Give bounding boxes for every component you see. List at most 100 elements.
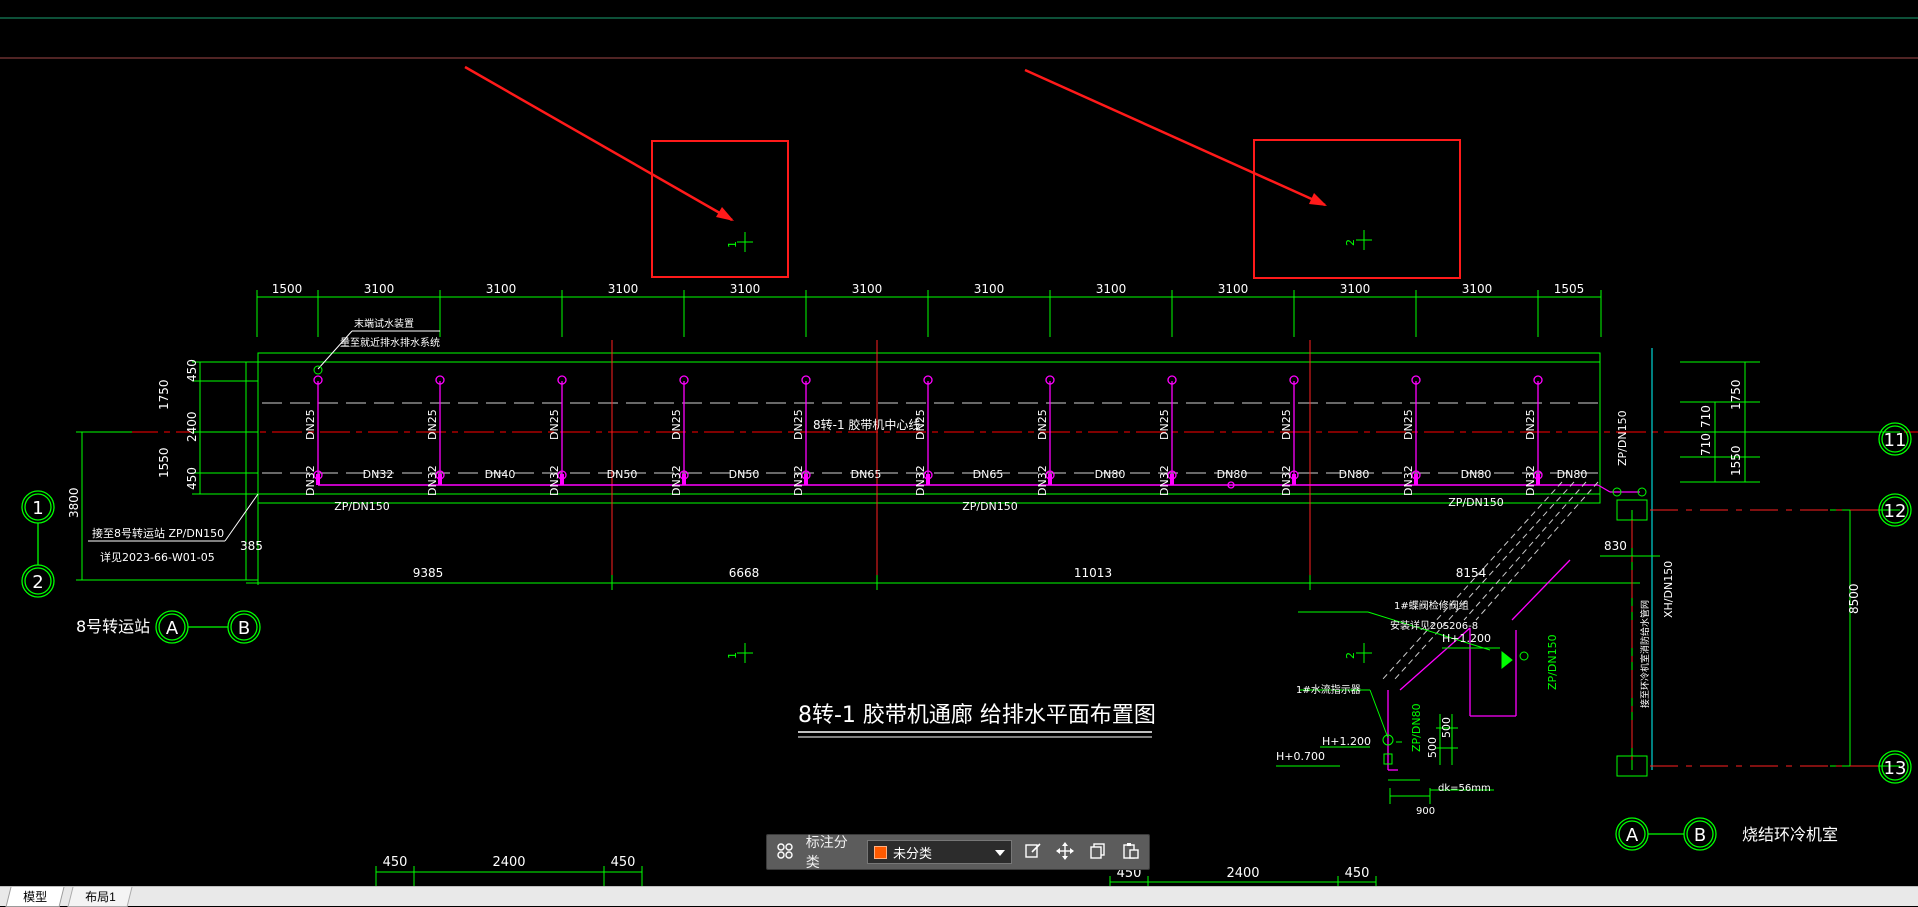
category-color-swatch [873,845,887,859]
svg-text:450: 450 [185,359,199,382]
edit-icon [1024,842,1042,863]
svg-text:DN25: DN25 [1280,409,1293,440]
svg-text:3100: 3100 [608,282,639,296]
svg-text:dk=56mm: dk=56mm [1438,783,1491,794]
category-grid-button[interactable] [773,839,798,865]
svg-text:B: B [238,618,250,639]
copy-button[interactable] [1086,839,1111,865]
svg-text:500: 500 [1440,717,1453,738]
cad-drawing-canvas[interactable]: 1 2 1 2 1500 3100 3100 3100 3100 3100 31… [0,0,1918,886]
svg-text:3100: 3100 [974,282,1005,296]
svg-text:450: 450 [1345,866,1370,881]
detail-elevation-texts: H+1.200 H+1.200 H+0.700 [1276,632,1491,763]
svg-text:385: 385 [240,539,263,553]
svg-text:450: 450 [611,855,636,870]
top-dimension-line [256,290,1602,337]
drawing-title: 8转-1 胶带机通廊 给排水平面布置图 [798,703,1156,728]
svg-text:2400: 2400 [492,855,525,870]
svg-text:1550: 1550 [1729,445,1743,476]
svg-text:2400: 2400 [1226,866,1259,881]
annotation-category-toolbar: 标注分类 未分类 [766,834,1150,870]
svg-text:DN32: DN32 [914,465,927,496]
dn25-labels: DN25 DN25 DN25 DN25 DN25 DN25 DN25 DN25 … [304,409,1537,440]
svg-text:1505: 1505 [1554,282,1585,296]
station-right-label: 烧结环冷机室 [1742,825,1838,844]
svg-text:450: 450 [185,467,199,490]
category-selected-value: 未分类 [892,845,932,861]
svg-text:ZP/DN150: ZP/DN150 [962,500,1018,513]
svg-text:DN65: DN65 [851,468,882,481]
svg-text:3100: 3100 [486,282,517,296]
svg-text:DN32: DN32 [1036,465,1049,496]
svg-text:710: 710 [1699,405,1713,428]
svg-text:DN80: DN80 [1461,468,1492,481]
svg-text:DN32: DN32 [363,468,394,481]
detail-dashed-pipes [1381,481,1599,681]
bottom-dimension-texts: 9385 6668 11013 8154 [413,566,1487,580]
right-axis-labels: 11 12 13 A B [1626,430,1907,846]
left-dimension-texts: 450 1750 2400 1550 450 3800 385 [67,359,263,553]
svg-text:ZP/DN150: ZP/DN150 [1448,496,1504,509]
svg-text:ZP/DN150: ZP/DN150 [1546,634,1559,690]
zp-dn150-labels: ZP/DN150 ZP/DN150 ZP/DN150 [334,496,1504,513]
svg-text:450: 450 [383,855,408,870]
svg-text:DN25: DN25 [914,409,927,440]
svg-text:1: 1 [32,498,43,519]
svg-text:DN32: DN32 [792,465,805,496]
section-mark-2-lower: 2 [1344,652,1357,659]
svg-text:710: 710 [1699,433,1713,456]
svg-text:12: 12 [1884,501,1907,522]
tab-layout1[interactable]: 布局1 [67,887,133,907]
svg-text:DN25: DN25 [1036,409,1049,440]
svg-text:2: 2 [32,572,43,593]
svg-text:8154: 8154 [1456,566,1487,580]
svg-text:DN80: DN80 [1557,468,1588,481]
svg-text:8500: 8500 [1847,583,1861,614]
svg-text:DN25: DN25 [670,409,683,440]
corridor-dashed-lines [262,402,1598,474]
chevron-down-icon [995,845,1006,860]
tab-model[interactable]: 模型 [5,887,65,907]
svg-text:900: 900 [1416,806,1435,817]
right-vertical-zp-label: ZP/DN150 [1616,410,1629,466]
top-note-line1: 末端试水装置 [354,317,414,330]
bottom-dimension-line [246,575,1640,590]
svg-text:DN80: DN80 [1339,468,1370,481]
section-mark-2: 2 [1344,239,1357,246]
section-mark-1: 1 [726,241,739,248]
svg-text:DN50: DN50 [607,468,638,481]
svg-text:1550: 1550 [157,447,171,478]
svg-text:DN65: DN65 [973,468,1004,481]
svg-text:A: A [166,618,179,639]
svg-text:3100: 3100 [852,282,883,296]
right-vertical-note: 接至环冷机室消防给水管网 [1639,600,1651,708]
svg-text:1500: 1500 [272,282,303,296]
move-button[interactable] [1053,839,1078,865]
svg-text:9385: 9385 [413,566,444,580]
svg-text:DN25: DN25 [426,409,439,440]
svg-text:DN32: DN32 [670,465,683,496]
svg-text:1#水流指示器: 1#水流指示器 [1296,683,1361,696]
edit-button[interactable] [1020,839,1045,865]
station-left-label: 8号转运站 [76,617,150,636]
svg-text:DN32: DN32 [1280,465,1293,496]
svg-text:DN32: DN32 [1158,465,1171,496]
section-mark-1-lower: 1 [726,652,739,659]
svg-text:DN40: DN40 [485,468,516,481]
left-note-line2: 详见2023-66-W01-05 [100,550,215,564]
svg-text:A: A [1626,825,1639,846]
svg-text:ZP/DN150: ZP/DN150 [334,500,390,513]
svg-text:DN32: DN32 [426,465,439,496]
svg-text:1750: 1750 [157,379,171,410]
section-marks [737,230,1372,663]
svg-text:DN32: DN32 [1402,465,1415,496]
paste-button[interactable] [1118,839,1143,865]
svg-text:6668: 6668 [729,566,760,580]
right-dimension-texts: 1750 710 710 1550 8500 830 [1604,379,1861,614]
right-vertical-xh-label: XH/DN150 [1662,561,1675,618]
svg-text:DN25: DN25 [1524,409,1537,440]
svg-text:DN32: DN32 [1524,465,1537,496]
svg-text:DN25: DN25 [792,409,805,440]
category-select[interactable]: 未分类 [866,840,1013,864]
detail-vertical-pipe-texts: ZP/DN150 ZP/DN80 [1410,634,1559,752]
